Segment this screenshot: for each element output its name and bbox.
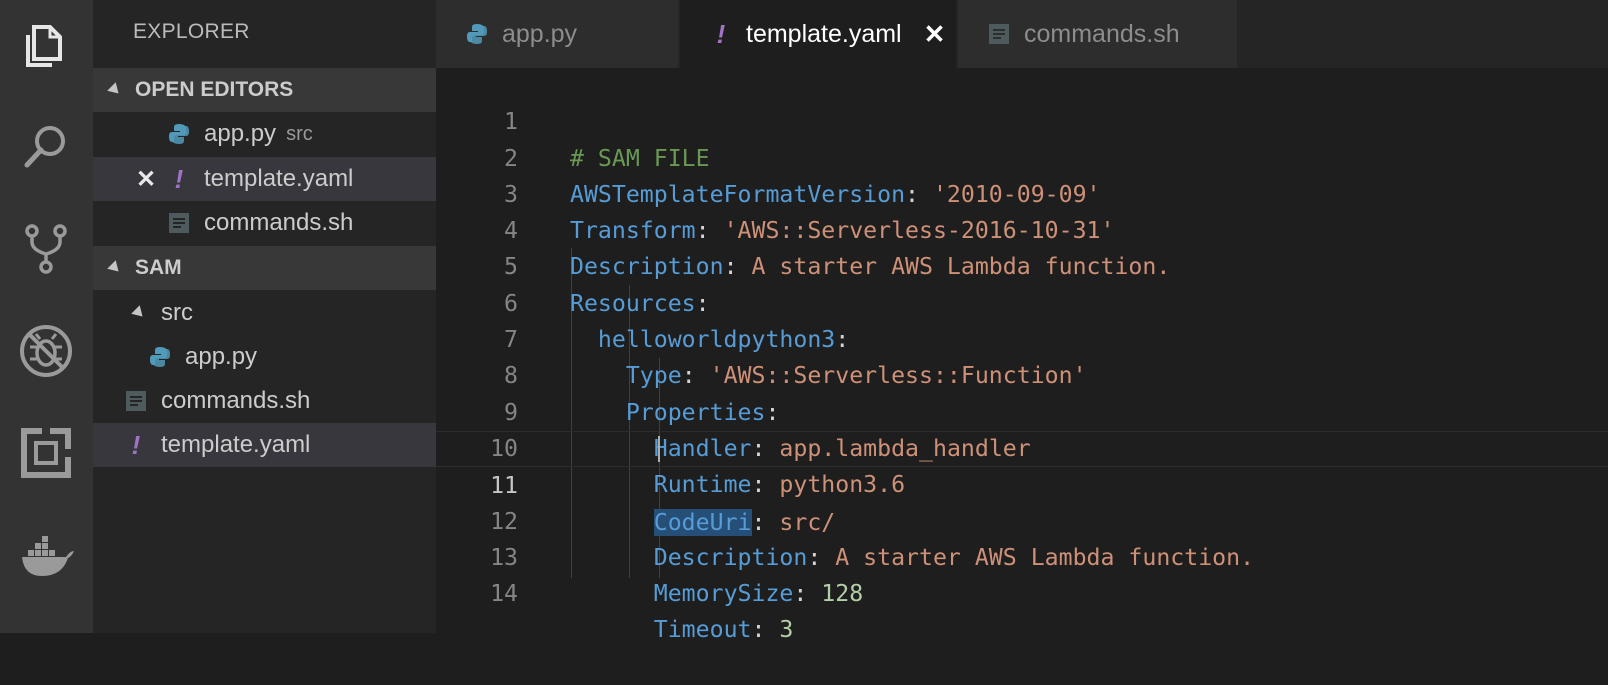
file-label: commands.sh — [161, 387, 311, 414]
open-editor-label: commands.sh — [204, 209, 354, 236]
code-line: 2 AWSTemplateFormatVersion: '2010-09-09' — [436, 104, 1608, 208]
number-token: 3 — [779, 616, 794, 644]
file-template-yaml[interactable]: ! template.yaml — [93, 423, 436, 467]
code-line: 6 helloworldpython3: — [436, 250, 1608, 353]
text-cursor — [658, 436, 660, 462]
code-line: 14 Timeout: 3 — [436, 540, 1608, 643]
file-label: app.py — [185, 343, 258, 370]
search-icon[interactable] — [12, 113, 80, 181]
code-line: 7 Type: 'AWS::Serverless::Function' — [436, 286, 1608, 389]
python-icon — [168, 123, 190, 145]
code-line: 8 Properties: — [436, 322, 1608, 425]
code-line: 10 Runtime: python3.6 — [436, 395, 1608, 498]
shell-file-icon — [168, 212, 190, 234]
code-line: 5 Resources: — [436, 213, 1608, 316]
code-line-current: 11 CodeUri: src/ — [436, 431, 1608, 536]
yaml-icon: ! — [174, 163, 184, 194]
key-token: Timeout — [653, 616, 752, 644]
tab-label: template.yaml — [746, 19, 902, 48]
tab-label: commands.sh — [1024, 19, 1180, 48]
file-label: template.yaml — [161, 431, 311, 458]
extensions-icon[interactable] — [12, 419, 80, 487]
sam-folder-header[interactable]: SAM — [93, 246, 436, 290]
sam-folder-label: SAM — [135, 256, 182, 279]
explorer-sidebar: EXPLORER OPEN EDITORS app.py src ✕ ! tem… — [93, 0, 436, 633]
sidebar-title: EXPLORER — [133, 20, 250, 43]
files-icon[interactable] — [12, 11, 80, 79]
source-control-icon[interactable] — [12, 215, 80, 283]
code-line: 13 MemorySize: 128 — [436, 504, 1608, 607]
open-editor-app-py[interactable]: app.py src — [93, 112, 436, 156]
folder-label: src — [161, 299, 193, 326]
tab-app-py[interactable]: app.py — [436, 0, 678, 68]
file-commands-sh[interactable]: commands.sh — [93, 379, 436, 423]
python-icon — [466, 23, 488, 45]
open-editors-label: OPEN EDITORS — [135, 78, 294, 101]
shell-file-icon — [988, 23, 1010, 45]
activity-bar — [0, 0, 93, 633]
code-line: 9 Handler: app.lambda_handler — [436, 358, 1608, 462]
collapse-triangle-icon — [107, 260, 123, 276]
open-editor-label: template.yaml — [204, 165, 354, 192]
file-app-py[interactable]: app.py — [93, 335, 436, 379]
code-editor[interactable]: 1 # SAM FILE 2 AWSTemplateFormatVersion:… — [436, 68, 1608, 643]
debug-icon[interactable] — [12, 317, 80, 385]
tab-commands-sh[interactable]: commands.sh — [958, 0, 1237, 68]
tab-label: app.py — [502, 19, 578, 48]
expand-triangle-icon — [131, 305, 147, 321]
docker-icon[interactable] — [12, 521, 80, 589]
open-editor-template-yaml[interactable]: ✕ ! template.yaml — [93, 157, 436, 201]
folder-src[interactable]: src — [93, 291, 436, 335]
shell-file-icon — [125, 390, 147, 412]
tab-template-yaml[interactable]: ! template.yaml ✕ — [680, 0, 956, 68]
yaml-icon: ! — [131, 429, 141, 460]
code-line: 12 Description: A starter AWS Lambda fun… — [436, 467, 1608, 571]
code-line: 1 # SAM FILE — [436, 68, 1608, 171]
editor-tabbar: app.py ! template.yaml ✕ commands.sh — [436, 0, 1608, 68]
collapse-triangle-icon — [107, 82, 123, 98]
open-editor-desc: src — [286, 122, 313, 145]
python-icon — [149, 346, 171, 368]
line-number: 14 — [490, 580, 518, 608]
code-line: 4 Description: A starter AWS Lambda func… — [436, 177, 1608, 280]
number-token: 128 — [821, 580, 864, 608]
yaml-icon: ! — [716, 18, 726, 49]
open-editor-commands-sh[interactable]: commands.sh — [93, 201, 436, 245]
open-editors-header[interactable]: OPEN EDITORS — [93, 68, 436, 112]
open-editor-label: app.py — [204, 120, 277, 147]
close-icon[interactable]: ✕ — [924, 19, 946, 50]
key-token: MemorySize — [653, 580, 794, 608]
close-icon[interactable]: ✕ — [135, 165, 157, 194]
code-line: 3 Transform: 'AWS::Serverless-2016-10-31… — [436, 141, 1608, 244]
